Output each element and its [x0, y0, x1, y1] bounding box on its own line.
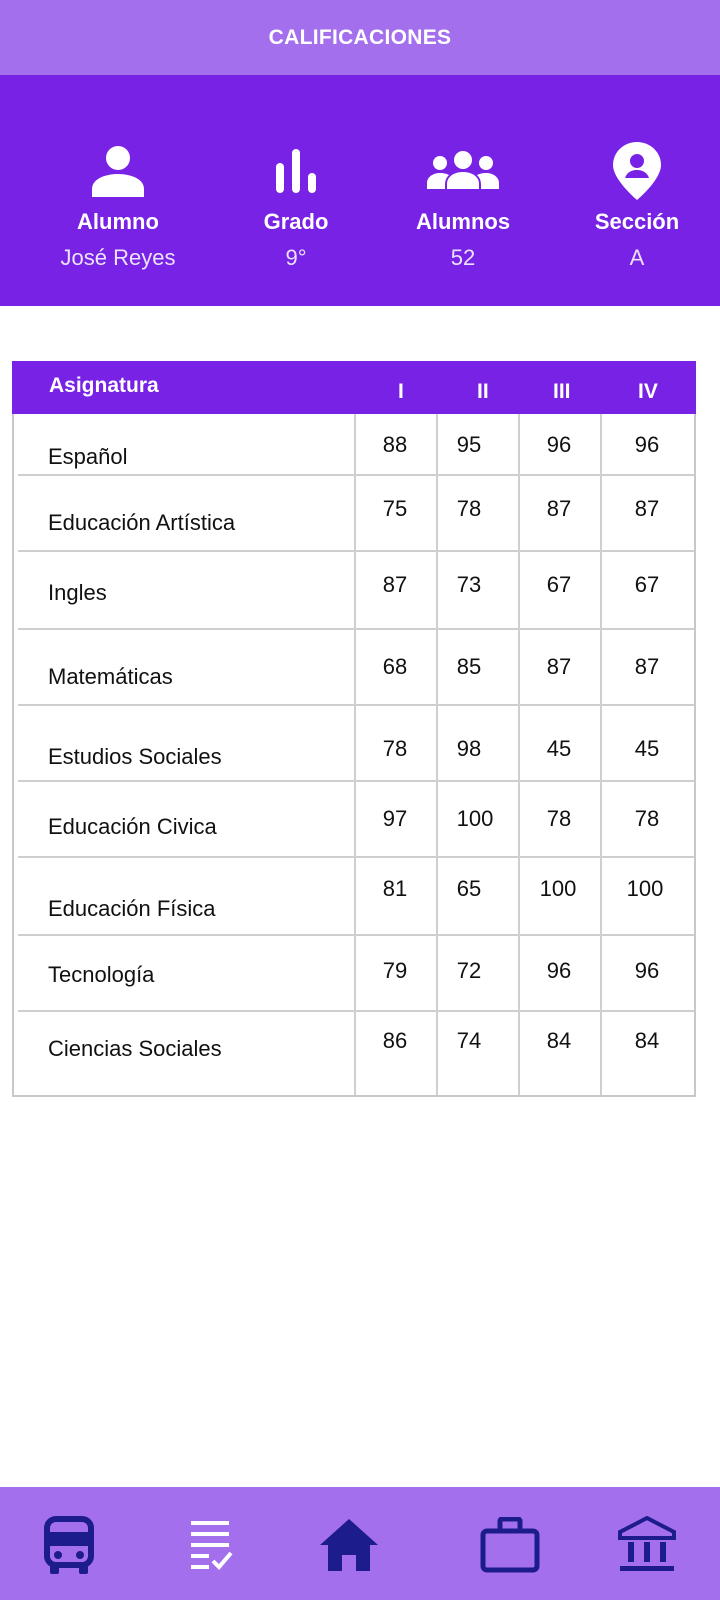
- grade-cell: 95: [456, 432, 482, 457]
- grade-cell: 67: [634, 572, 660, 597]
- grade-cell: 45: [546, 736, 572, 761]
- grade-cell: 87: [546, 496, 572, 521]
- grade-stat: Grado 9°: [206, 145, 386, 271]
- nav-transport-button[interactable]: [33, 1513, 105, 1577]
- row-divider: [18, 550, 694, 552]
- grade-cell: 78: [546, 806, 572, 831]
- section-value: A: [629, 245, 645, 270]
- header-period-2: II: [477, 380, 489, 403]
- grade-cell: 87: [634, 496, 660, 521]
- subject-name: Ingles: [48, 580, 107, 605]
- grade-cell: 96: [546, 958, 572, 983]
- subject-name: Español: [48, 444, 128, 469]
- student-name: José Reyes: [60, 245, 176, 270]
- nav-tasks-button[interactable]: [175, 1513, 247, 1577]
- checklist-icon: [191, 1521, 233, 1570]
- grade-cell: 84: [634, 1028, 660, 1053]
- subject-name: Ciencias Sociales: [48, 1036, 222, 1061]
- grade-cell: 78: [456, 496, 482, 521]
- student-label: Alumno: [77, 209, 159, 234]
- grade-cell: 79: [382, 958, 408, 983]
- subject-name: Educación Artística: [48, 510, 236, 535]
- header-subject: Asignatura: [49, 374, 159, 397]
- person-icon: [78, 145, 158, 197]
- grades-table: Asignatura I II III IV Español 88 95 96 …: [12, 361, 696, 1097]
- row-divider: [18, 1010, 694, 1012]
- section-label: Sección: [594, 209, 680, 234]
- page-title: CALIFICACIONES: [268, 25, 452, 49]
- grade-cell: 67: [546, 572, 572, 597]
- row-divider: [18, 704, 694, 706]
- grade-cell: 87: [546, 654, 572, 679]
- grade-cell: 98: [456, 736, 482, 761]
- student-info-panel: Alumno José Reyes Grado 9° Alumnos 52 Se…: [0, 75, 720, 306]
- nav-work-button[interactable]: [474, 1513, 546, 1577]
- student-stat: Alumno José Reyes: [28, 145, 208, 271]
- grade-value: 9°: [285, 245, 307, 270]
- grade-cell: 45: [634, 736, 660, 761]
- briefcase-icon: [480, 1517, 540, 1573]
- grade-cell: 68: [382, 654, 408, 679]
- subject-name: Tecnología: [48, 962, 155, 987]
- section-stat: Sección A: [547, 142, 720, 271]
- grade-cell: 86: [382, 1028, 408, 1053]
- grade-cell: 88: [382, 432, 408, 457]
- row-divider: [18, 628, 694, 630]
- row-divider: [18, 856, 694, 858]
- grade-cell: 73: [456, 572, 482, 597]
- header-period-1: I: [398, 380, 404, 403]
- grade-cell: 100: [626, 876, 664, 901]
- grades-table-header: Asignatura I II III IV: [12, 361, 696, 414]
- column-divider: [600, 414, 602, 1095]
- nav-institution-button[interactable]: [611, 1513, 683, 1577]
- subject-name: Educación Civica: [48, 814, 217, 839]
- students-label: Alumnos: [415, 209, 511, 234]
- students-count: 52: [450, 245, 476, 270]
- subject-name: Educación Física: [48, 896, 216, 921]
- nav-home-button[interactable]: [313, 1513, 385, 1577]
- grade-cell: 100: [456, 806, 494, 831]
- grade-cell: 87: [634, 654, 660, 679]
- grade-cell: 100: [539, 876, 577, 901]
- subject-name: Matemáticas: [48, 664, 173, 689]
- grade-cell: 85: [456, 654, 482, 679]
- subject-name: Estudios Sociales: [48, 744, 222, 769]
- grade-cell: 72: [456, 958, 482, 983]
- home-icon: [320, 1519, 378, 1571]
- bus-icon: [44, 1516, 94, 1574]
- location-person-icon: [597, 142, 677, 200]
- grade-cell: 84: [546, 1028, 572, 1053]
- header-period-3: III: [553, 380, 571, 403]
- grade-cell: 96: [546, 432, 572, 457]
- grade-cell: 74: [456, 1028, 482, 1053]
- students-stat: Alumnos 52: [373, 145, 553, 271]
- app-title-bar: CALIFICACIONES: [0, 0, 720, 75]
- grade-cell: 96: [634, 958, 660, 983]
- row-divider: [18, 934, 694, 936]
- institution-icon: [618, 1516, 676, 1571]
- grade-cell: 65: [456, 876, 482, 901]
- grade-cell: 78: [634, 806, 660, 831]
- grade-cell: 81: [382, 876, 408, 901]
- grade-label: Grado: [263, 209, 329, 234]
- header-period-4: IV: [638, 380, 658, 403]
- grade-cell: 97: [382, 806, 408, 831]
- bottom-navigation: [0, 1487, 720, 1600]
- grade-cell: 87: [382, 572, 408, 597]
- bar-chart-icon: [256, 145, 336, 197]
- grade-cell: 75: [382, 496, 408, 521]
- grade-cell: 78: [382, 736, 408, 761]
- group-icon: [423, 145, 503, 197]
- grade-cell: 96: [634, 432, 660, 457]
- row-divider: [18, 780, 694, 782]
- row-divider: [18, 474, 694, 476]
